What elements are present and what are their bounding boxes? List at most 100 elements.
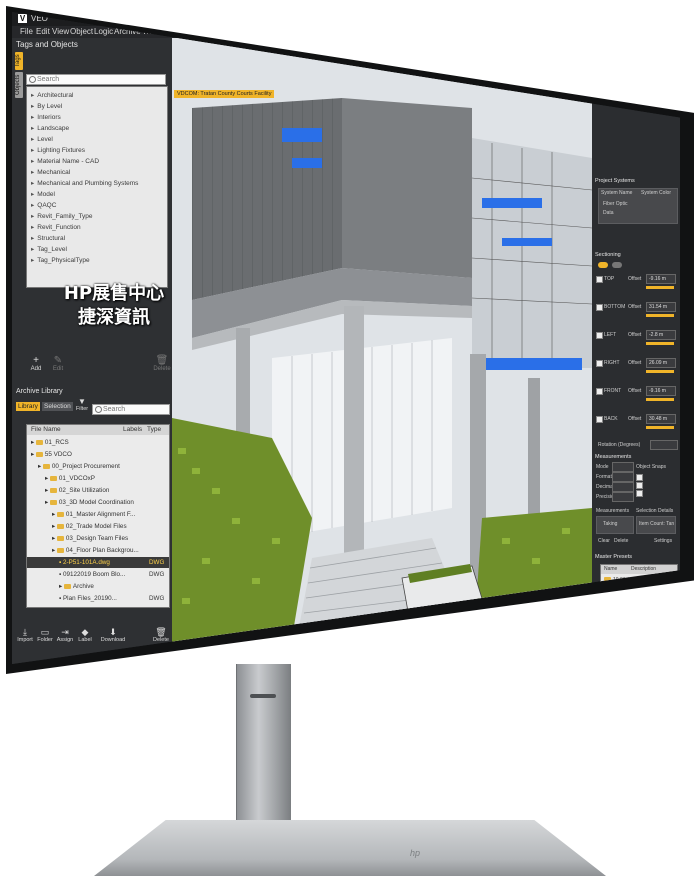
preset-add-button[interactable]: Add bbox=[598, 650, 607, 656]
column-file-name[interactable]: File Name bbox=[31, 425, 61, 435]
add-tag-button[interactable]: + Add bbox=[24, 356, 48, 373]
menu-logic[interactable]: Logic bbox=[94, 26, 113, 38]
tab-objects[interactable]: Objects bbox=[15, 72, 23, 98]
measure-precision-select[interactable] bbox=[612, 492, 634, 502]
section-offset-field[interactable]: -9.16 m bbox=[646, 274, 676, 284]
file-row[interactable]: ▸ Archive bbox=[27, 581, 169, 592]
measurement-item[interactable]: Taking bbox=[603, 521, 617, 527]
file-row[interactable]: ▸ 01_VDCOxP bbox=[27, 473, 169, 484]
snap-checkbox[interactable] bbox=[636, 474, 643, 481]
import-button[interactable]: ⤓ Import bbox=[14, 628, 36, 644]
file-row[interactable]: ▸ 55 VDCO bbox=[27, 449, 169, 460]
file-row[interactable]: ▸ 02_Site Utilization bbox=[27, 485, 169, 496]
tree-item[interactable]: ▸ Tag_PhysicalType bbox=[31, 256, 90, 264]
section-offset-field[interactable]: 26.09 m bbox=[646, 358, 676, 368]
file-row[interactable]: ▸ 01_Master Alignment F... bbox=[27, 509, 169, 520]
column-labels[interactable]: Labels bbox=[123, 425, 142, 435]
section-plane-checkbox[interactable] bbox=[596, 360, 603, 367]
section-offset-field[interactable]: -2.8 m bbox=[646, 330, 676, 340]
measure-mode-select[interactable] bbox=[612, 462, 634, 472]
snap-checkbox[interactable] bbox=[636, 490, 643, 497]
menu-object[interactable]: Object bbox=[70, 26, 93, 38]
tags-search-input[interactable]: Search bbox=[26, 74, 166, 85]
tab-tags[interactable]: Tags bbox=[15, 52, 23, 70]
delete-tag-button[interactable]: 🗑 Delete bbox=[150, 356, 174, 373]
folder-button[interactable]: ▭ Folder bbox=[34, 628, 56, 644]
file-row[interactable]: ▸ 04_Floor Plan Backgrou... bbox=[27, 545, 169, 556]
tree-item[interactable]: ▸ Mechanical bbox=[31, 168, 70, 176]
preset-delete-button[interactable]: Delete bbox=[660, 650, 674, 656]
section-slider[interactable] bbox=[646, 370, 674, 373]
section-offset-field[interactable]: -9.16 m bbox=[646, 386, 676, 396]
measure-decimal-select[interactable] bbox=[612, 482, 634, 492]
maximize-icon[interactable]: □ bbox=[638, 12, 643, 26]
section-slider[interactable] bbox=[646, 286, 674, 289]
label-button[interactable]: ◆ Label bbox=[74, 628, 96, 644]
section-plane-checkbox[interactable] bbox=[596, 332, 603, 339]
viewport-tab[interactable]: VDCOM: Tratan County Courts Facility bbox=[174, 90, 275, 98]
tree-item[interactable]: ▸ Landscape bbox=[31, 124, 69, 132]
archive-search-input[interactable]: Search bbox=[92, 404, 170, 415]
tree-item[interactable]: ▸ Level bbox=[31, 135, 53, 143]
measure-format-select[interactable] bbox=[612, 472, 634, 482]
preset-row[interactable]: Level 4 bbox=[611, 627, 636, 633]
section-plane-checkbox[interactable] bbox=[596, 388, 603, 395]
file-row[interactable]: ▸ 01_RCS bbox=[27, 437, 169, 448]
menu-file[interactable]: File bbox=[20, 26, 33, 38]
tab-selection[interactable]: Selection bbox=[42, 402, 73, 411]
section-offset-field[interactable]: 30.48 m bbox=[646, 414, 676, 424]
menu-edit[interactable]: Edit bbox=[36, 26, 50, 38]
section-toggle-on[interactable] bbox=[598, 262, 608, 268]
section-plane-checkbox[interactable] bbox=[596, 276, 603, 283]
filter-button[interactable]: ▼ Filter bbox=[74, 398, 90, 413]
file-row[interactable]: ▸ 03_3D Model Coordination bbox=[27, 497, 169, 508]
close-icon[interactable]: ✕ bbox=[656, 12, 663, 26]
tree-item[interactable]: ▸ By Level bbox=[31, 102, 62, 110]
preset-row[interactable]: Level 2 bbox=[611, 607, 636, 613]
system-row[interactable]: Data bbox=[603, 210, 614, 216]
edit-tag-button[interactable]: ✎ Edit bbox=[46, 356, 70, 373]
tree-item[interactable]: ▸ Structural bbox=[31, 234, 65, 242]
minimize-icon[interactable]: – bbox=[622, 12, 626, 26]
tree-item[interactable]: ▸ Revit_Family_Type bbox=[31, 212, 93, 220]
preset-row[interactable]: Level 3 bbox=[611, 617, 636, 623]
section-slider[interactable] bbox=[646, 426, 674, 429]
column-preset-name[interactable]: Name bbox=[604, 566, 617, 572]
tab-library[interactable]: Library bbox=[16, 402, 40, 411]
menu-view[interactable]: View bbox=[52, 26, 69, 38]
section-slider[interactable] bbox=[646, 342, 674, 345]
delete-file-button[interactable]: 🗑 Delete bbox=[150, 628, 172, 644]
section-plane-checkbox[interactable] bbox=[596, 304, 603, 311]
preset-row[interactable]: Level 1 bbox=[611, 597, 636, 603]
file-row[interactable]: ▸ 02_Trade Model Files bbox=[27, 521, 169, 532]
column-preset-description[interactable]: Description bbox=[631, 566, 656, 572]
file-row[interactable]: ▪ Plan Files_20190... DWG bbox=[27, 593, 169, 604]
snap-checkbox[interactable] bbox=[636, 482, 643, 489]
delete-measure-button[interactable]: Delete bbox=[614, 538, 628, 544]
tree-item[interactable]: ▸ Lighting Fixtures bbox=[31, 146, 85, 154]
tree-item[interactable]: ▸ Interiors bbox=[31, 113, 61, 121]
section-slider[interactable] bbox=[646, 398, 674, 401]
assign-button[interactable]: ⇥ Assign bbox=[54, 628, 76, 644]
section-toggle-off[interactable] bbox=[612, 262, 622, 268]
tree-item[interactable]: ▸ Architectural bbox=[31, 91, 73, 99]
settings-button[interactable]: Settings bbox=[654, 538, 672, 544]
file-row[interactable]: ▪ 2-P51-101A.dwg DWG bbox=[27, 557, 169, 568]
clear-button[interactable]: Clear bbox=[598, 538, 610, 544]
file-row[interactable]: ▸ 00_Project Procurement bbox=[27, 461, 169, 472]
download-button[interactable]: ⬇ Download bbox=[98, 628, 128, 644]
3d-viewport[interactable]: VDCOM: Tratan County Courts Facility bbox=[172, 38, 592, 664]
preset-edit-button[interactable]: Edit bbox=[626, 650, 635, 656]
tree-item[interactable]: ▸ Revit_Function bbox=[31, 223, 81, 231]
file-row[interactable]: ▪ 09122019 Boom Blo... DWG bbox=[27, 569, 169, 580]
preset-group-button[interactable]: Group bbox=[610, 650, 624, 656]
system-row[interactable]: Fiber Optic bbox=[603, 201, 627, 207]
file-row[interactable]: ▸ 03_Design Team Files bbox=[27, 533, 169, 544]
tree-item[interactable]: ▸ Model bbox=[31, 190, 55, 198]
section-offset-field[interactable]: 31.54 m bbox=[646, 302, 676, 312]
tree-item[interactable]: ▸ Material Name - CAD bbox=[31, 157, 99, 165]
column-type[interactable]: Type bbox=[147, 425, 161, 435]
section-plane-checkbox[interactable] bbox=[596, 416, 603, 423]
section-slider[interactable] bbox=[646, 314, 674, 317]
rotation-field[interactable] bbox=[650, 440, 678, 450]
